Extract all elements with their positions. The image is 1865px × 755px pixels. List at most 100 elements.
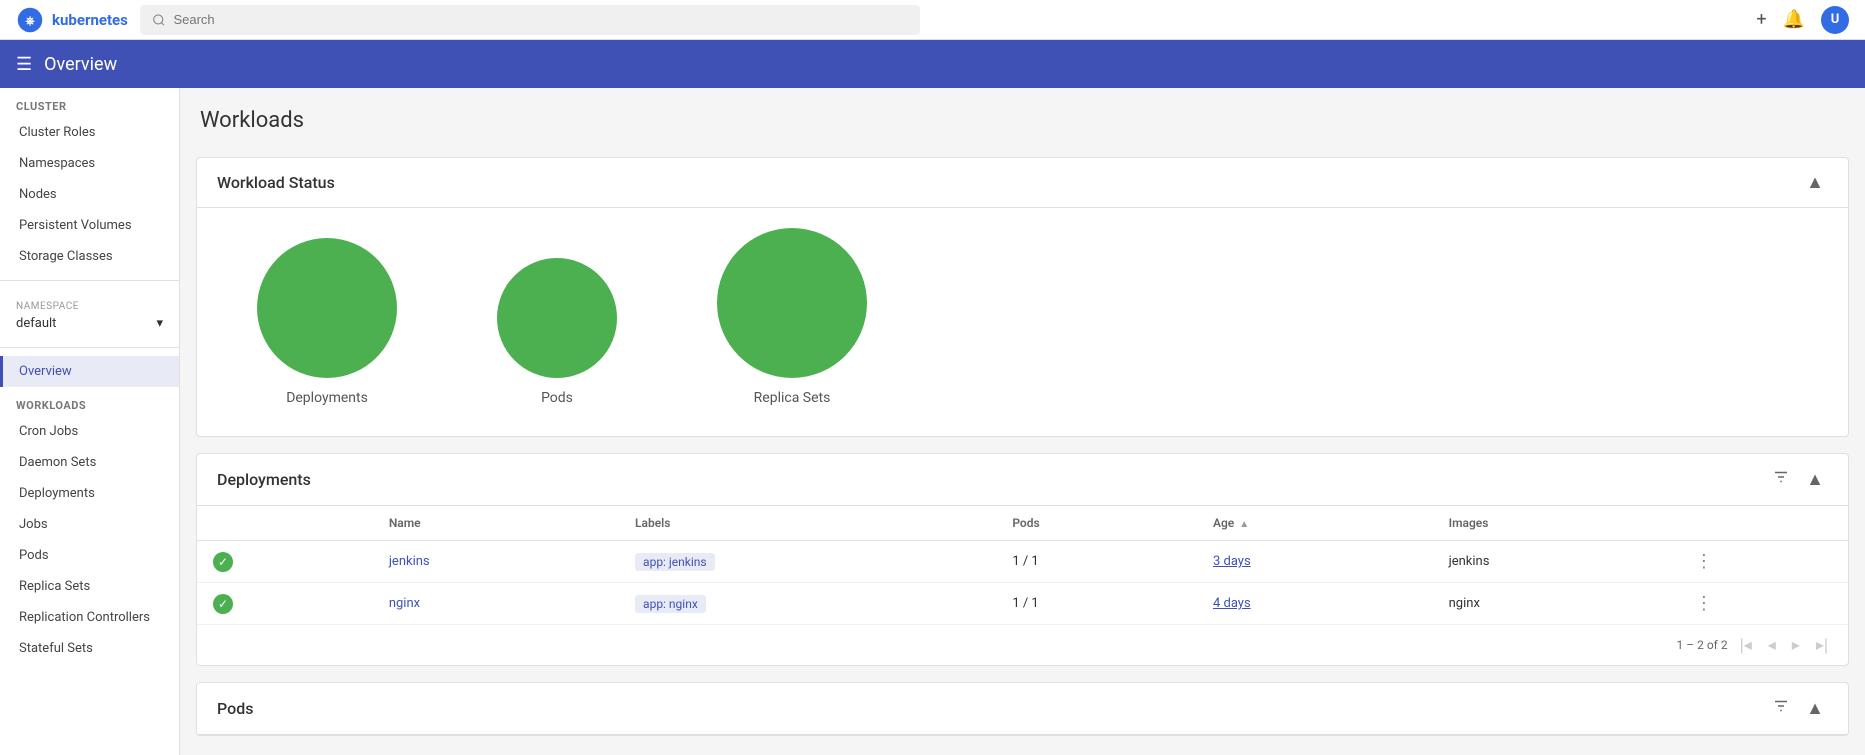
replica-sets-circle [717,228,867,378]
header-title: Overview [44,54,117,75]
sidebar-item-cluster-roles[interactable]: Cluster Roles [0,117,179,148]
collapse-pods-button[interactable]: ▲ [1802,696,1828,721]
sidebar-item-nodes[interactable]: Nodes [0,179,179,210]
filter-pods-button[interactable] [1768,695,1794,722]
sidebar-divider-2 [0,347,179,348]
sidebar-item-persistent-volumes[interactable]: Persistent Volumes [0,210,179,241]
namespace-label: Namespace [16,301,163,312]
pagination-first-button[interactable]: |◂ [1736,633,1756,657]
col-name [197,506,373,541]
cluster-section-title: Cluster [0,88,179,117]
workloads-section-title: Workloads [0,387,179,416]
workload-status-section: Workload Status ▲ Deployments Pods Repli… [196,157,1849,437]
filter-deployments-button[interactable] [1768,466,1794,493]
deployments-header: Deployments ▲ [197,454,1848,506]
deployment-images-nginx: nginx [1433,583,1679,625]
collapse-deployments-button[interactable]: ▲ [1802,467,1828,492]
layout: Cluster Cluster Roles Namespaces Nodes P… [0,88,1865,755]
namespace-dropdown[interactable]: default ▾ [16,312,163,335]
pagination-last-button[interactable]: ▸| [1812,633,1832,657]
deployment-label-jenkins: app: jenkins [635,553,715,571]
col-images: Images [1433,506,1679,541]
filter-icon [1772,468,1790,486]
sidebar: Cluster Cluster Roles Namespaces Nodes P… [0,88,180,755]
sidebar-item-cron-jobs[interactable]: Cron Jobs [0,416,179,447]
replica-sets-chart-label: Replica Sets [754,390,831,406]
pods-title: Pods [217,699,253,718]
col-age: Age ▲ [1197,506,1433,541]
chart-deployments: Deployments [257,238,397,406]
more-options-nginx[interactable]: ⋮ [1695,593,1713,614]
chevron-down-icon: ▾ [156,316,163,331]
namespace-selector: Namespace default ▾ [0,289,179,339]
page-title: Workloads [180,88,1865,141]
sidebar-item-stateful-sets[interactable]: Stateful Sets [0,633,179,664]
main-content: Workloads Workload Status ▲ Deployments … [180,88,1865,755]
more-options-jenkins[interactable]: ⋮ [1695,551,1713,572]
deployment-pods-nginx: 1 / 1 [996,583,1197,625]
menu-icon[interactable]: ☰ [16,54,32,75]
table-row: ✓ nginx app: nginx 1 / 1 4 days nginx [197,583,1848,625]
workload-status-header: Workload Status ▲ [197,158,1848,208]
header-bar: ☰ Overview [0,40,1865,88]
sidebar-item-namespaces[interactable]: Namespaces [0,148,179,179]
sidebar-item-replication-controllers[interactable]: Replication Controllers [0,602,179,633]
deployment-link-nginx[interactable]: nginx [389,596,420,611]
topbar: ⎈ kubernetes + 🔔 U [0,0,1865,40]
search-input[interactable] [173,12,907,27]
col-labels: Labels [619,506,996,541]
sidebar-divider-1 [0,280,179,281]
deployments-pagination: 1 – 2 of 2 |◂ ◂ ▸ ▸| [197,625,1848,665]
deployment-link-jenkins[interactable]: jenkins [389,554,430,569]
sort-age-icon: ▲ [1239,519,1249,530]
chart-replica-sets: Replica Sets [717,228,867,406]
collapse-workload-status-button[interactable]: ▲ [1802,170,1828,195]
logo-text: kubernetes [52,11,128,29]
add-button[interactable]: + [1756,9,1766,30]
workload-status-title: Workload Status [217,173,335,192]
pods-header-actions: ▲ [1768,695,1828,722]
col-name-label: Name [373,506,619,541]
notification-icon[interactable]: 🔔 [1783,9,1805,30]
sidebar-item-jobs[interactable]: Jobs [0,509,179,540]
pagination-info: 1 – 2 of 2 [1677,638,1728,652]
deployments-circle [257,238,397,378]
topbar-actions: + 🔔 U [1756,6,1849,34]
deployments-chart-label: Deployments [286,390,368,406]
pods-section: Pods ▲ [196,682,1849,736]
sidebar-item-pods[interactable]: Pods [0,540,179,571]
namespace-value: default [16,316,56,331]
deployment-images-jenkins: jenkins [1433,541,1679,583]
filter-icon [1772,697,1790,715]
deployments-table: Name Labels Pods Age ▲ Images ✓ [197,506,1848,625]
workload-status-charts: Deployments Pods Replica Sets [197,208,1848,436]
deployment-age-jenkins[interactable]: 3 days [1213,554,1251,569]
sidebar-item-deployments[interactable]: Deployments [0,478,179,509]
sidebar-item-replica-sets[interactable]: Replica Sets [0,571,179,602]
sidebar-item-storage-classes[interactable]: Storage Classes [0,241,179,272]
pods-chart-label: Pods [541,390,573,406]
pods-circle [497,258,617,378]
search-bar[interactable] [140,5,920,35]
col-pods: Pods [996,506,1197,541]
col-actions [1679,506,1848,541]
deployment-label-nginx: app: nginx [635,595,706,613]
row-status-icon-nginx: ✓ [213,594,233,614]
sidebar-item-daemon-sets[interactable]: Daemon Sets [0,447,179,478]
sidebar-item-overview[interactable]: Overview [0,356,179,387]
deployment-pods-jenkins: 1 / 1 [996,541,1197,583]
avatar[interactable]: U [1821,6,1849,34]
svg-text:⎈: ⎈ [25,13,34,27]
pagination-prev-button[interactable]: ◂ [1764,633,1780,657]
pods-header: Pods ▲ [197,683,1848,735]
deployment-age-nginx[interactable]: 4 days [1213,596,1251,611]
table-row: ✓ jenkins app: jenkins 1 / 1 3 days jenk… [197,541,1848,583]
search-icon [152,13,166,27]
workload-status-actions: ▲ [1802,170,1828,195]
row-status-icon-jenkins: ✓ [213,552,233,572]
deployments-header-actions: ▲ [1768,466,1828,493]
k8s-logo-icon: ⎈ [16,6,44,34]
deployments-section: Deployments ▲ Name Labels [196,453,1849,666]
pagination-next-button[interactable]: ▸ [1788,633,1804,657]
deployments-title: Deployments [217,470,311,489]
